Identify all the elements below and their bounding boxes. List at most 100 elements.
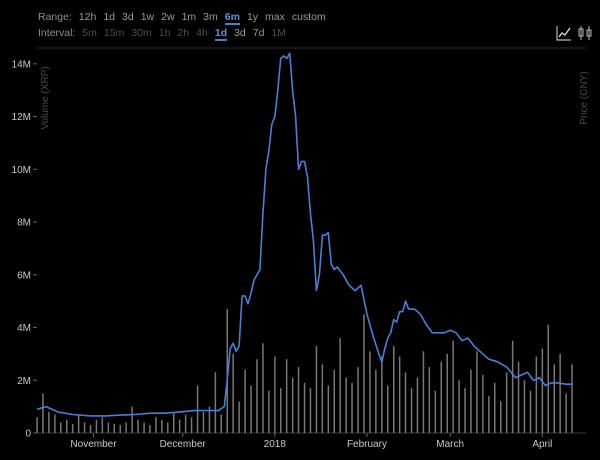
volume-bar (351, 382, 353, 433)
y-tick-label: 14M (12, 59, 31, 70)
volume-bar (422, 351, 425, 433)
volume-bar (535, 356, 538, 433)
volume-bar (303, 382, 306, 433)
volume-bar (523, 380, 526, 433)
y-tick-label: 4M (17, 323, 31, 334)
volume-bar (440, 361, 442, 433)
volume-bar (470, 369, 472, 433)
volume-bar (220, 414, 222, 433)
volume-bar (571, 364, 573, 433)
volume-bar (553, 364, 555, 433)
volume-bars (36, 309, 573, 433)
volume-bar (89, 425, 92, 433)
volume-bar (196, 385, 199, 433)
volume-bar (410, 388, 413, 433)
volume-bar (517, 361, 520, 433)
volume-bar (488, 396, 490, 433)
volume-bar (565, 393, 567, 433)
y-axis: 0 2M 4M 6M 8M 10M 12M 14M (12, 59, 37, 440)
x-tick-label: April (532, 439, 552, 450)
volume-bar (529, 390, 532, 433)
volume-bar (149, 425, 151, 433)
volume-bar (363, 314, 365, 433)
price-volume-chart: 0 2M 4M 6M 8M 10M 12M 14M November December 2018 F… (12, 47, 590, 450)
volume-bar (476, 351, 478, 433)
volume-bar (375, 369, 377, 433)
volume-bar (119, 425, 121, 433)
volume-bar (393, 346, 395, 433)
x-tick-label: December (160, 439, 207, 450)
volume-bar (214, 372, 217, 433)
volume-bar (161, 419, 163, 433)
volume-bar (167, 422, 169, 433)
volume-bar (381, 356, 383, 433)
volume-bar (238, 401, 240, 433)
volume-bar (482, 375, 484, 433)
volume-bar (77, 414, 80, 433)
volume-bar (541, 348, 544, 433)
volume-bar (404, 372, 407, 433)
volume-bar (256, 359, 258, 433)
volume-bar (202, 411, 205, 433)
volume-bar (315, 346, 318, 433)
volume-bar (244, 369, 246, 433)
volume-bar (291, 377, 294, 433)
y-tick-label: 0 (25, 429, 31, 440)
volume-bar (250, 385, 252, 433)
volume-bar (357, 367, 359, 433)
volume-bar (48, 411, 50, 433)
volume-bar (333, 369, 335, 433)
y-tick-label: 2M (17, 376, 31, 387)
x-tick-label: February (347, 439, 387, 450)
volume-bar (125, 422, 127, 433)
volume-bar (559, 353, 561, 433)
volume-bar (500, 401, 502, 433)
x-tick-label: 2018 (264, 439, 287, 450)
volume-bar (309, 388, 312, 433)
volume-bar (42, 393, 44, 433)
volume-bar (505, 372, 508, 433)
volume-bar (345, 377, 347, 433)
volume-bar (464, 388, 466, 433)
x-tick-label: November (70, 439, 117, 450)
y-tick-label: 12M (12, 112, 31, 123)
volume-bar (285, 359, 288, 433)
volume-bar (262, 343, 264, 433)
y-tick-label: 8M (17, 218, 31, 229)
volume-bar (71, 423, 74, 433)
volume-bar (173, 411, 175, 433)
volume-bar (434, 390, 437, 433)
volume-bar (428, 367, 431, 433)
y-axis-title-left: Volume (XRP) (40, 66, 51, 129)
y-tick-label: 10M (12, 165, 31, 176)
volume-bar (143, 422, 145, 433)
volume-bar (190, 417, 193, 433)
volume-bar (131, 406, 133, 433)
volume-bar (387, 385, 389, 433)
volume-bar (458, 380, 460, 433)
volume-bar (60, 422, 62, 433)
volume-bar (101, 417, 104, 433)
volume-bar (184, 414, 187, 433)
volume-bar (232, 353, 234, 433)
volume-bar (137, 419, 139, 433)
volume-bar (83, 422, 86, 433)
volume-bar (327, 385, 330, 433)
volume-bar (155, 417, 157, 433)
volume-bar (95, 419, 98, 433)
y-tick-label: 6M (17, 270, 31, 281)
volume-bar (494, 382, 496, 433)
volume-bar (452, 340, 454, 433)
volume-bar (547, 324, 549, 433)
volume-bar (446, 353, 448, 433)
volume-bar (297, 367, 300, 433)
volume-bar (511, 340, 514, 433)
price-line (36, 52, 573, 417)
x-axis: November December 2018 February March April (70, 433, 552, 450)
volume-bar (416, 377, 419, 433)
volume-bar (339, 338, 341, 433)
volume-bar (398, 356, 401, 433)
volume-bar (113, 423, 115, 433)
volume-bar (280, 388, 282, 433)
volume-bar (54, 414, 56, 433)
